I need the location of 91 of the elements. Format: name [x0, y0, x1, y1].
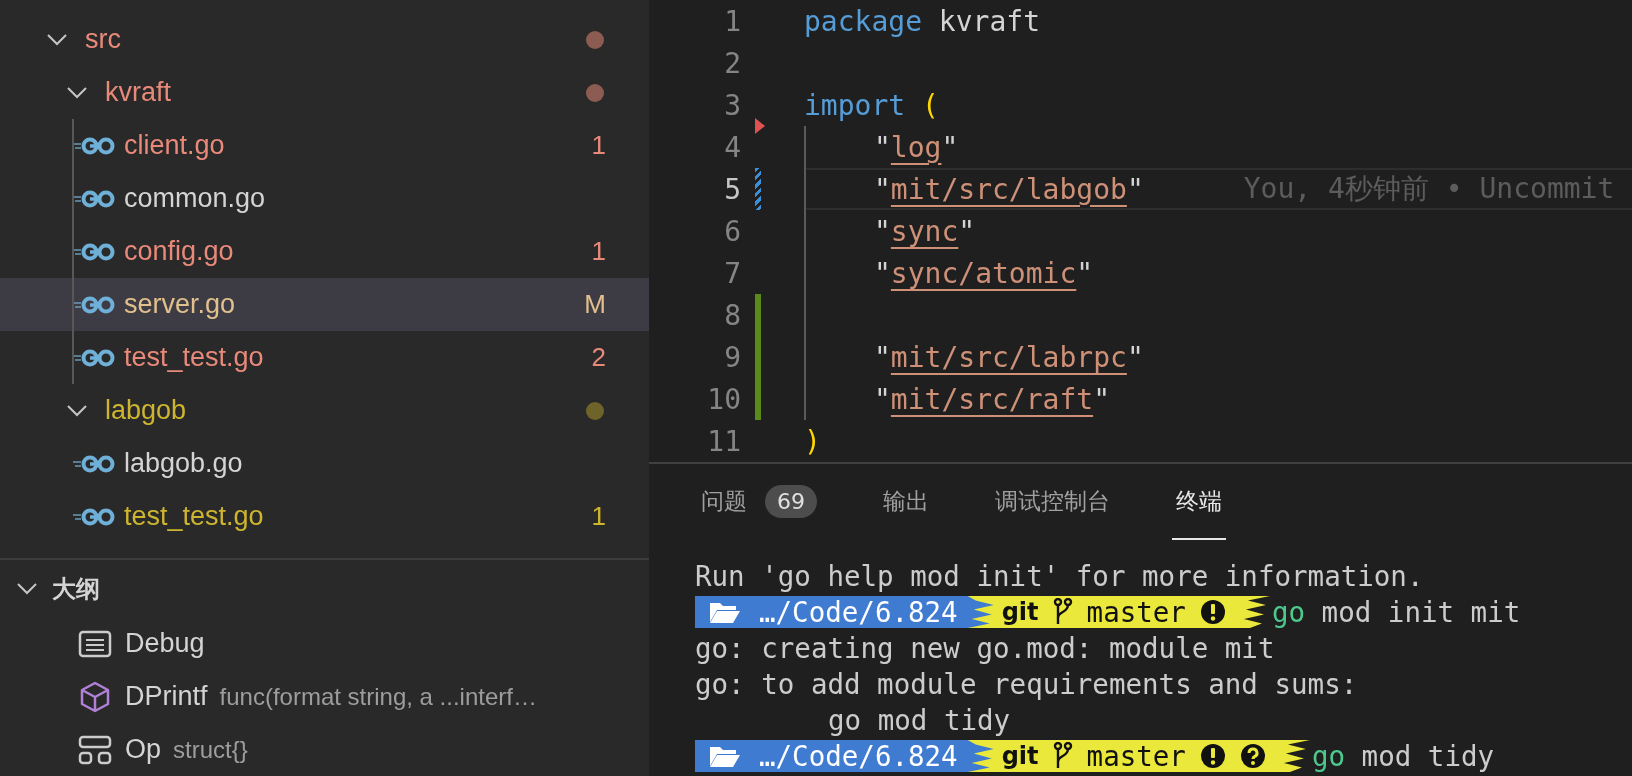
- list-icon: [78, 629, 112, 658]
- file-name: test_test.go: [124, 501, 265, 532]
- change-marker[interactable]: [755, 168, 761, 210]
- question-icon: [1239, 743, 1266, 769]
- symbol-name[interactable]: DPrintf: [125, 681, 208, 712]
- terminal-output: Run 'go help mod init' for more information.: [695, 560, 1424, 592]
- tree-item[interactable]: labgob: [0, 384, 649, 437]
- tree-item[interactable]: src: [0, 13, 649, 66]
- tree-item[interactable]: common.go: [0, 172, 649, 225]
- folder-icon: [709, 744, 741, 768]
- code-line: "sync": [874, 214, 976, 248]
- line-number: 7: [723, 256, 741, 290]
- line-number: 3: [723, 88, 741, 122]
- tree-item[interactable]: server.go M: [0, 278, 649, 331]
- status-label: 1: [591, 130, 606, 161]
- terminal-command: go mod init mit: [1270, 596, 1521, 628]
- panel-tab[interactable]: 调试控制台: [991, 464, 1114, 540]
- line-number: 10: [706, 382, 741, 416]
- file-icon: [73, 135, 115, 156]
- panel-tab[interactable]: 问题 69: [697, 464, 821, 540]
- branch-name: master: [1086, 596, 1186, 628]
- code-line: package kvraft: [804, 4, 1040, 38]
- change-marker[interactable]: [755, 294, 761, 336]
- code-line: "sync/atomic": [874, 256, 1094, 290]
- line-number: 9: [723, 340, 741, 374]
- struct-icon: [78, 734, 112, 765]
- terminal-output: go mod tidy: [828, 704, 1011, 736]
- file-icon: [73, 188, 115, 209]
- line-number: 1: [723, 4, 741, 38]
- deleted-marker[interactable]: [755, 118, 765, 134]
- blame-annotation: You, 4秒钟前 • Uncommit: [1243, 171, 1615, 207]
- vcs-label: git: [1001, 742, 1039, 770]
- folder-name: src: [85, 24, 122, 55]
- file-name: config.go: [124, 236, 235, 267]
- path-label: …/Code/6.824: [759, 740, 958, 772]
- branch-icon: [1052, 742, 1073, 770]
- file-icon: [73, 506, 115, 527]
- code-line: import (: [804, 88, 939, 122]
- count-badge: 69: [765, 484, 817, 518]
- file-name: client.go: [124, 130, 226, 161]
- folder-name: labgob: [105, 395, 188, 426]
- branch-name: master: [1086, 740, 1186, 772]
- status-label: M: [584, 289, 606, 320]
- tree-item[interactable]: config.go 1: [0, 225, 649, 278]
- section-title: 大纲: [52, 574, 100, 605]
- vcs-label: git: [1001, 598, 1039, 626]
- file-name: server.go: [124, 289, 237, 320]
- file-icon: [73, 453, 115, 474]
- symbol-detail: struct{}: [173, 735, 248, 764]
- status-label: 1: [591, 501, 606, 532]
- warning-icon: [1199, 599, 1226, 625]
- line-number: 2: [723, 46, 741, 80]
- warning-icon: [1199, 743, 1226, 769]
- folder-name: kvraft: [105, 77, 172, 108]
- tree-item[interactable]: kvraft: [0, 66, 649, 119]
- file-name: labgob.go: [124, 448, 244, 479]
- terminal-output: go: creating new go.mod: module mit: [695, 632, 1275, 664]
- panel-tab[interactable]: 输出: [879, 464, 933, 540]
- symbol-detail: func(format string, a ...interf…: [219, 682, 537, 711]
- line-number: 6: [723, 214, 741, 248]
- symbol-name[interactable]: Debug: [125, 628, 205, 659]
- file-name: test_test.go: [124, 342, 265, 373]
- code-line: "mit/src/labgob": [874, 172, 1144, 206]
- tree-item[interactable]: test_test.go 2: [0, 331, 649, 384]
- panel-tab[interactable]: 终端: [1172, 464, 1226, 540]
- cube-icon: [78, 679, 112, 714]
- line-number: 5: [723, 172, 741, 206]
- code-line: ): [804, 424, 821, 458]
- tree-item[interactable]: labgob.go: [0, 437, 649, 490]
- chevron-icon[interactable]: [16, 582, 38, 597]
- change-marker[interactable]: [755, 378, 761, 420]
- line-number: 4: [723, 130, 741, 164]
- file-icon: [73, 294, 115, 315]
- path-label: …/Code/6.824: [759, 596, 958, 628]
- code-line: "mit/src/labrpc": [874, 340, 1144, 374]
- code-line: "log": [874, 130, 959, 164]
- file-icon: [73, 241, 115, 262]
- file-icon: [73, 347, 115, 368]
- terminal-output: go: to add module requirements and sums:: [695, 668, 1358, 700]
- tree-item[interactable]: test_test.go 1: [0, 490, 649, 543]
- folder-icon: [709, 600, 741, 624]
- status-label: 1: [591, 236, 606, 267]
- code-line: "mit/src/raft": [874, 382, 1110, 416]
- terminal-command: go mod tidy: [1310, 740, 1495, 772]
- branch-icon: [1052, 598, 1073, 626]
- line-number: 8: [723, 298, 741, 332]
- tree-item[interactable]: client.go 1: [0, 119, 649, 172]
- symbol-name[interactable]: Op: [125, 734, 162, 765]
- line-number: 11: [706, 424, 741, 458]
- status-label: 2: [591, 342, 606, 373]
- file-name: common.go: [124, 183, 267, 214]
